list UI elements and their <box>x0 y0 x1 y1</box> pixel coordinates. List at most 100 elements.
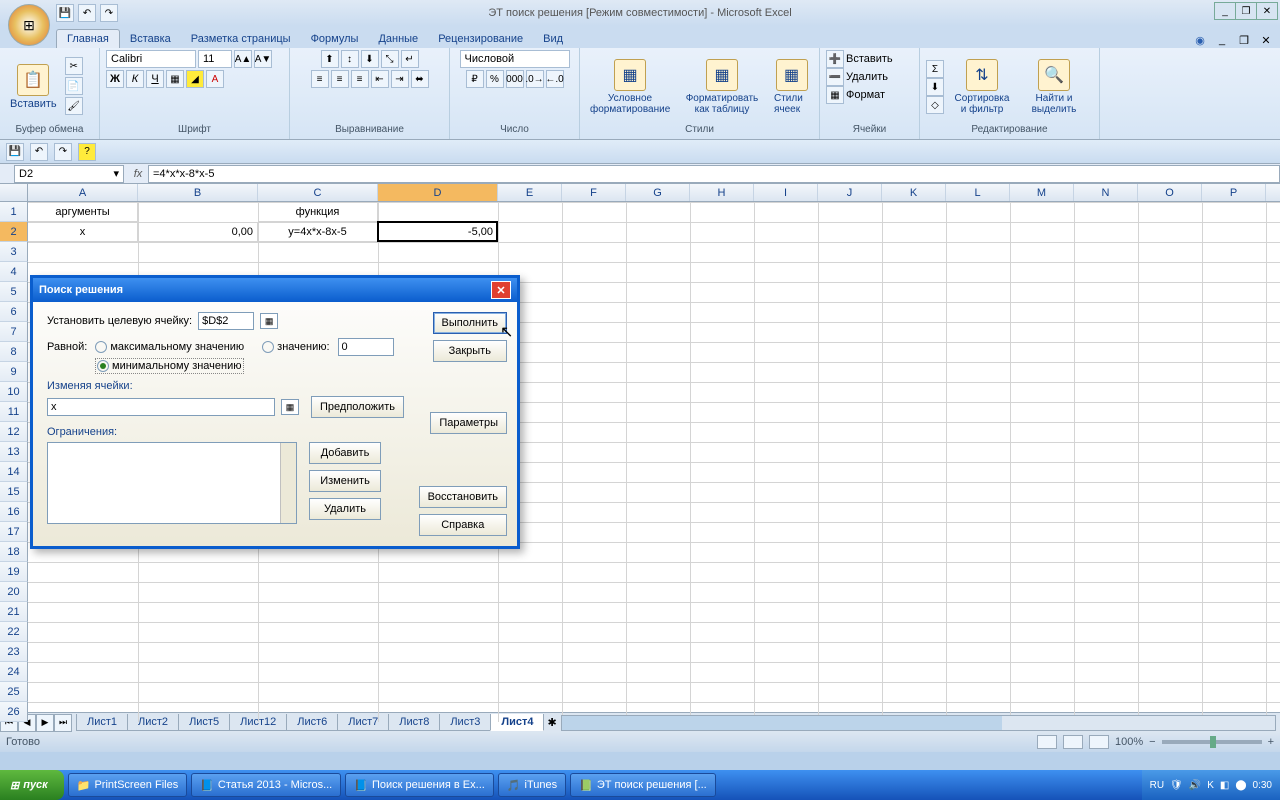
row-header[interactable]: 15 <box>0 482 28 502</box>
align-middle-icon[interactable]: ↕ <box>341 50 359 68</box>
dialog-titlebar[interactable]: Поиск решения ✕ <box>33 278 517 302</box>
formula-input[interactable]: =4*x*x-8*x-5 <box>148 165 1280 183</box>
changing-cells-input[interactable] <box>47 398 275 416</box>
select-all-corner[interactable] <box>0 184 28 201</box>
save-icon-2[interactable]: 💾 <box>6 143 24 161</box>
row-header[interactable]: 24 <box>0 662 28 682</box>
target-cell-input[interactable] <box>198 312 254 330</box>
dialog-close-button[interactable]: ✕ <box>491 281 511 299</box>
align-center-icon[interactable]: ≡ <box>331 70 349 88</box>
font-size-combo[interactable]: 11 <box>198 50 232 68</box>
currency-icon[interactable]: ₽ <box>466 70 484 88</box>
column-header[interactable]: F <box>562 184 626 201</box>
column-header[interactable]: A <box>28 184 138 201</box>
redo-icon-2[interactable]: ↷ <box>54 143 72 161</box>
row-header[interactable]: 20 <box>0 582 28 602</box>
tray-icon[interactable]: 🛡 <box>1170 780 1183 791</box>
horizontal-scrollbar[interactable] <box>561 715 1276 731</box>
tab-insert[interactable]: Вставка <box>120 30 181 48</box>
cut-icon[interactable]: ✂ <box>65 57 83 75</box>
align-top-icon[interactable]: ⬆ <box>321 50 339 68</box>
font-name-combo[interactable]: Calibri <box>106 50 196 68</box>
align-left-icon[interactable]: ≡ <box>311 70 329 88</box>
radio-min[interactable]: минимальному значению <box>95 358 244 374</box>
row-header[interactable]: 10 <box>0 382 28 402</box>
cell[interactable]: аргументы <box>28 202 138 222</box>
cell[interactable]: y=4x*x-8x-5 <box>258 222 378 242</box>
minimize-icon[interactable]: _ <box>1214 2 1236 20</box>
tab-formulas[interactable]: Формулы <box>301 30 369 48</box>
row-header[interactable]: 9 <box>0 362 28 382</box>
normal-view-icon[interactable] <box>1037 735 1057 749</box>
row-header[interactable]: 5 <box>0 282 28 302</box>
border-icon[interactable]: ▦ <box>166 70 184 88</box>
row-header[interactable]: 7 <box>0 322 28 342</box>
reset-button[interactable]: Восстановить <box>419 486 507 508</box>
collapse-dialog-icon[interactable]: ▦ <box>260 313 278 329</box>
merge-icon[interactable]: ⬌ <box>411 70 429 88</box>
wrap-text-icon[interactable]: ↵ <box>401 50 419 68</box>
dec-decimal-icon[interactable]: ←.0 <box>546 70 564 88</box>
conditional-format-button[interactable]: ▦Условное форматирование <box>586 57 674 117</box>
comma-icon[interactable]: 000 <box>506 70 524 88</box>
undo-icon[interactable]: ↶ <box>78 4 96 22</box>
page-break-view-icon[interactable] <box>1089 735 1109 749</box>
column-header[interactable]: N <box>1074 184 1138 201</box>
column-header[interactable]: K <box>882 184 946 201</box>
format-painter-icon[interactable]: 🖌 <box>65 97 83 115</box>
row-header[interactable]: 23 <box>0 642 28 662</box>
column-header[interactable]: O <box>1138 184 1202 201</box>
tab-layout[interactable]: Разметка страницы <box>181 30 301 48</box>
scrollbar[interactable] <box>280 443 296 523</box>
format-table-button[interactable]: ▦Форматировать как таблицу <box>678 57 766 117</box>
column-header[interactable]: J <box>818 184 882 201</box>
row-header[interactable]: 12 <box>0 422 28 442</box>
help-icon[interactable]: ◉ <box>1192 32 1208 48</box>
save-icon[interactable]: 💾 <box>56 4 74 22</box>
guess-button[interactable]: Предположить <box>311 396 404 418</box>
shrink-font-icon[interactable]: A▼ <box>254 50 272 68</box>
underline-icon[interactable]: Ч <box>146 70 164 88</box>
font-color-icon[interactable]: A <box>206 70 224 88</box>
taskbar-item[interactable]: 📁PrintScreen Files <box>68 773 187 797</box>
row-header[interactable]: 26 <box>0 702 28 722</box>
row-header[interactable]: 8 <box>0 342 28 362</box>
language-indicator[interactable]: RU <box>1150 780 1164 791</box>
redo-icon[interactable]: ↷ <box>100 4 118 22</box>
column-header[interactable]: G <box>626 184 690 201</box>
inc-decimal-icon[interactable]: .0→ <box>526 70 544 88</box>
paste-button[interactable]: 📋 Вставить <box>6 62 61 112</box>
column-header[interactable]: B <box>138 184 258 201</box>
radio-max[interactable]: максимальному значению <box>95 341 244 353</box>
indent-inc-icon[interactable]: ⇥ <box>391 70 409 88</box>
zoom-in-icon[interactable]: + <box>1268 736 1274 748</box>
percent-icon[interactable]: % <box>486 70 504 88</box>
fill-color-icon[interactable]: ◢ <box>186 70 204 88</box>
undo-icon-2[interactable]: ↶ <box>30 143 48 161</box>
delete-constraint-button[interactable]: Удалить <box>309 498 381 520</box>
column-header[interactable]: M <box>1010 184 1074 201</box>
align-bottom-icon[interactable]: ⬇ <box>361 50 379 68</box>
taskbar-item[interactable]: 📗ЭТ поиск решения [... <box>570 773 716 797</box>
tab-view[interactable]: Вид <box>533 30 573 48</box>
tray-icon[interactable]: ◧ <box>1220 780 1229 791</box>
row-header[interactable]: 2 <box>0 222 28 242</box>
constraints-listbox[interactable] <box>47 442 297 524</box>
column-header[interactable]: P <box>1202 184 1266 201</box>
indent-dec-icon[interactable]: ⇤ <box>371 70 389 88</box>
zoom-level[interactable]: 100% <box>1115 736 1143 748</box>
tab-review[interactable]: Рецензирование <box>428 30 533 48</box>
row-header[interactable]: 21 <box>0 602 28 622</box>
grow-font-icon[interactable]: A▲ <box>234 50 252 68</box>
italic-icon[interactable]: К <box>126 70 144 88</box>
taskbar-item[interactable]: 📘Поиск решения в Ex... <box>345 773 494 797</box>
row-header[interactable]: 6 <box>0 302 28 322</box>
value-input[interactable] <box>338 338 394 356</box>
name-box[interactable]: D2▾ <box>14 165 124 183</box>
bold-icon[interactable]: Ж <box>106 70 124 88</box>
tray-icon[interactable]: K <box>1207 780 1214 791</box>
clear-icon[interactable]: ◇ <box>926 96 944 114</box>
cell[interactable]: функция <box>258 202 378 222</box>
taskbar-item[interactable]: 📘Статья 2013 - Micros... <box>191 773 341 797</box>
fill-icon[interactable]: ⬇ <box>926 78 944 96</box>
